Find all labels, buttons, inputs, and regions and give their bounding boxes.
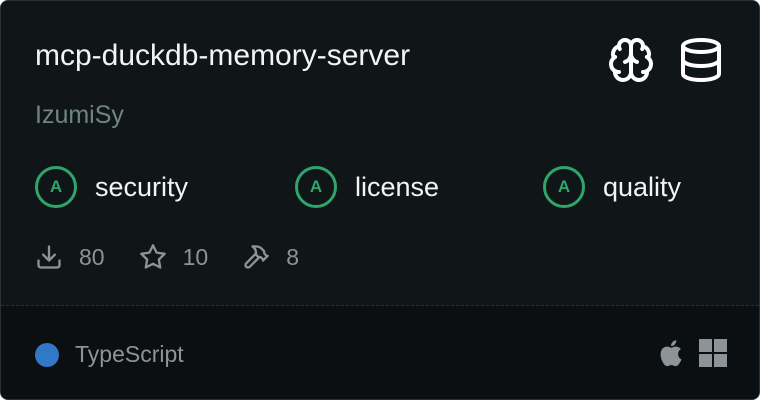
grade-badge: A — [35, 166, 77, 208]
windows-icon — [699, 339, 727, 367]
language-indicator: TypeScript — [35, 341, 184, 368]
server-title[interactable]: mcp-duckdb-memory-server — [35, 39, 410, 73]
category-icons — [607, 36, 725, 84]
stars-count: 10 — [182, 243, 209, 270]
score-license[interactable]: A license — [295, 166, 439, 208]
server-card[interactable]: mcp-duckdb-memory-server IzumiSy A secur… — [0, 0, 760, 400]
hammer-icon — [242, 243, 270, 271]
grade-badge: A — [543, 166, 585, 208]
language-name: TypeScript — [75, 341, 184, 367]
tools-count: 8 — [286, 243, 299, 270]
star-icon — [139, 243, 167, 271]
database-icon — [677, 36, 725, 84]
score-quality[interactable]: A quality — [543, 166, 681, 208]
brain-icon — [607, 36, 655, 84]
tools-stat: 8 — [242, 243, 299, 271]
platform-icons — [657, 338, 727, 368]
score-security[interactable]: A security — [35, 166, 188, 208]
author-name[interactable]: IzumiSy — [35, 101, 124, 130]
stars-stat: 10 — [139, 243, 209, 271]
downloads-count: 80 — [79, 243, 105, 270]
score-label: license — [355, 171, 440, 202]
download-icon — [35, 243, 63, 271]
grade-badge: A — [295, 166, 337, 208]
downloads-stat: 80 — [35, 243, 105, 271]
score-label: security — [95, 171, 189, 202]
language-color-dot — [35, 342, 59, 367]
score-label: quality — [603, 171, 682, 202]
stats-row: 80 10 8 — [35, 243, 333, 271]
apple-icon — [657, 338, 683, 368]
